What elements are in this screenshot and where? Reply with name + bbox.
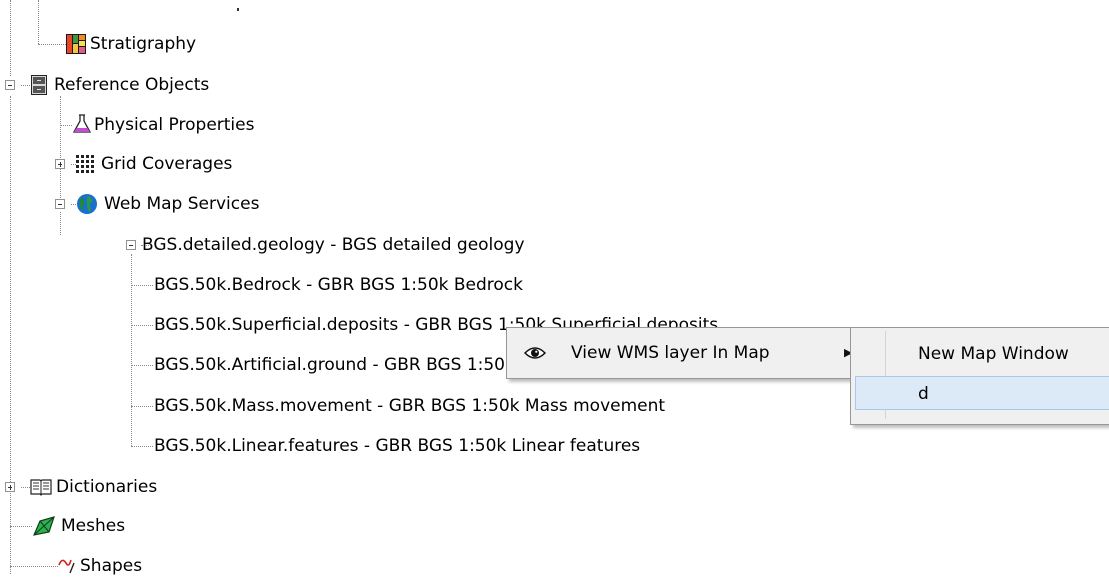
tree-node-label: BGS.50k.Bedrock - GBR BGS 1:50k Bedrock bbox=[154, 275, 524, 295]
tree-line bbox=[60, 212, 61, 235]
menu-item-label: d bbox=[918, 384, 929, 404]
tree-line bbox=[131, 325, 153, 326]
tree-line bbox=[131, 285, 153, 286]
tree-line bbox=[131, 365, 153, 366]
menu-item-new-map-window[interactable]: New Map Window bbox=[854, 337, 1109, 371]
tree-line bbox=[38, 44, 66, 45]
residual-mark bbox=[237, 8, 239, 11]
tree-node-label: Physical Properties bbox=[94, 115, 255, 135]
collapse-toggle[interactable] bbox=[126, 240, 136, 250]
menu-item-d[interactable]: d bbox=[855, 376, 1109, 410]
tree-line bbox=[10, 566, 58, 567]
expand-toggle[interactable] bbox=[5, 482, 15, 492]
tree-line bbox=[60, 96, 61, 198]
tree-node-bgs-detailed-geology[interactable]: BGS.detailed.geology - BGS detailed geol… bbox=[142, 231, 562, 259]
tree-node-wms-layer[interactable]: BGS.50k.Linear.features - GBR BGS 1:50k … bbox=[154, 432, 754, 460]
tree-node-grid-coverages[interactable]: Grid Coverages bbox=[76, 150, 326, 178]
collapse-toggle[interactable] bbox=[5, 80, 15, 90]
tree-node-meshes[interactable]: Meshes bbox=[32, 512, 282, 540]
eye-icon bbox=[524, 347, 546, 359]
tree-node-label: Reference Objects bbox=[54, 75, 210, 95]
context-menu: View WMS layer In Map ▶ bbox=[506, 327, 852, 379]
tree-line bbox=[21, 487, 30, 488]
tree-node-label: BGS.50k.Linear.features - GBR BGS 1:50k … bbox=[154, 436, 641, 456]
tree-node-wms-layer[interactable]: BGS.50k.Mass.movement - GBR BGS 1:50k Ma… bbox=[154, 392, 754, 420]
tree-node-label: Dictionaries bbox=[56, 477, 158, 497]
globe-icon bbox=[77, 194, 97, 214]
tree-line bbox=[131, 406, 153, 407]
shape-icon bbox=[58, 559, 75, 574]
tree-node-label: Stratigraphy bbox=[90, 34, 197, 54]
book-icon bbox=[30, 479, 52, 496]
menu-item-label: New Map Window bbox=[918, 344, 1069, 364]
tree-node-physical-properties[interactable]: Physical Properties bbox=[72, 111, 322, 139]
menu-item-label: View WMS layer In Map bbox=[571, 343, 770, 363]
grid-icon bbox=[76, 155, 94, 173]
flask-icon bbox=[72, 114, 92, 133]
tree-node-label: Web Map Services bbox=[104, 194, 260, 214]
submenu: New Map Window d bbox=[850, 327, 1109, 425]
tree-node-reference-objects[interactable]: Reference Objects bbox=[31, 71, 281, 99]
tree-line bbox=[60, 125, 72, 126]
expand-toggle[interactable] bbox=[55, 159, 65, 169]
tree-line bbox=[10, 526, 32, 527]
tree-node-label: Shapes bbox=[80, 556, 143, 576]
tree-node-label: BGS.detailed.geology - BGS detailed geol… bbox=[142, 235, 525, 255]
stratigraphy-icon bbox=[66, 34, 86, 54]
tree-line bbox=[131, 446, 153, 447]
tree-node-web-map-services[interactable]: Web Map Services bbox=[76, 190, 326, 218]
tree-node-label: Meshes bbox=[61, 516, 126, 536]
tree-node-dictionaries[interactable]: Dictionaries bbox=[30, 473, 280, 501]
menu-item-view-wms-layer[interactable]: View WMS layer In Map ▶ bbox=[510, 336, 852, 370]
tree-node-shapes[interactable]: Shapes bbox=[58, 552, 308, 580]
tree-node-label: BGS.50k.Mass.movement - GBR BGS 1:50k Ma… bbox=[154, 396, 666, 416]
tree-node-wms-layer[interactable]: BGS.50k.Bedrock - GBR BGS 1:50k Bedrock bbox=[154, 271, 574, 299]
mesh-icon bbox=[32, 516, 55, 536]
collapse-toggle[interactable] bbox=[55, 199, 65, 209]
tree-line bbox=[21, 85, 30, 86]
tree-view[interactable]: Stratigraphy Reference Objects Physical … bbox=[0, 0, 1109, 576]
tree-node-stratigraphy[interactable]: Stratigraphy bbox=[66, 30, 266, 58]
tree-line bbox=[38, 0, 39, 44]
tree-line bbox=[10, 0, 11, 76]
tree-node-label: Grid Coverages bbox=[101, 154, 233, 174]
tree-line bbox=[131, 254, 132, 446]
cabinet-icon bbox=[31, 75, 47, 95]
tree-line bbox=[10, 96, 11, 574]
